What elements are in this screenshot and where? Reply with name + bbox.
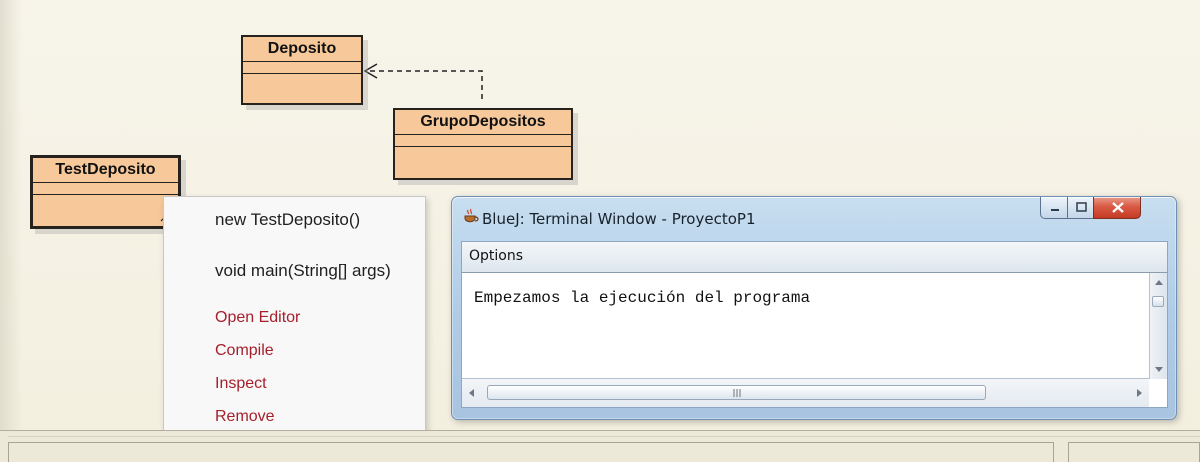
options-menu[interactable]: Options	[462, 242, 1167, 273]
java-cup-icon	[464, 208, 479, 223]
bluej-project-view: Deposito GrupoDepositos TestDeposito new…	[0, 0, 1200, 462]
class-deposito-divider	[243, 73, 361, 74]
horizontal-scrollbar[interactable]	[462, 378, 1149, 407]
menu-item-compile[interactable]: Compile	[215, 342, 274, 360]
horizontal-scroll-thumb[interactable]	[487, 385, 986, 400]
close-icon	[1112, 202, 1124, 213]
menu-item-new-testdeposito[interactable]: new TestDeposito()	[215, 210, 360, 230]
scroll-left-icon[interactable]	[469, 389, 474, 397]
scroll-up-icon[interactable]	[1155, 280, 1163, 285]
close-button[interactable]	[1093, 197, 1141, 219]
minimize-icon	[1051, 209, 1059, 211]
menu-item-remove[interactable]: Remove	[215, 408, 275, 426]
class-grupodepositos-divider	[395, 146, 571, 147]
class-testdeposito-title: TestDeposito	[33, 158, 178, 183]
menu-item-inspect[interactable]: Inspect	[215, 375, 267, 393]
scroll-down-icon[interactable]	[1155, 367, 1163, 372]
class-testdeposito[interactable]: TestDeposito	[30, 155, 181, 229]
menu-item-void-main[interactable]: void main(String[] args)	[215, 261, 391, 281]
terminal-window[interactable]: BlueJ: Terminal Window - ProyectoP1 Opti…	[451, 196, 1177, 420]
terminal-content-area: Options Empezamos la ejecución del progr…	[461, 241, 1168, 408]
vertical-scrollbar[interactable]	[1149, 273, 1167, 379]
class-grupodepositos-title: GrupoDepositos	[395, 110, 571, 135]
class-context-menu: new TestDeposito() void main(String[] ar…	[163, 196, 426, 436]
maximize-button[interactable]	[1067, 197, 1094, 219]
class-deposito[interactable]: Deposito	[241, 35, 363, 105]
scroll-right-icon[interactable]	[1137, 389, 1142, 397]
minimize-button[interactable]	[1040, 197, 1068, 219]
status-message-field	[8, 442, 1054, 462]
class-grupodepositos[interactable]: GrupoDepositos	[393, 108, 573, 180]
vertical-scroll-thumb[interactable]	[1152, 296, 1164, 307]
status-bar	[0, 430, 1200, 462]
window-controls	[1040, 197, 1168, 221]
class-deposito-title: Deposito	[243, 37, 361, 62]
scroll-grip-icon	[733, 389, 741, 397]
menu-item-open-editor[interactable]: Open Editor	[215, 309, 300, 327]
terminal-output: Empezamos la ejecución del programa	[474, 289, 811, 307]
class-testdeposito-divider	[33, 194, 178, 195]
terminal-window-title: BlueJ: Terminal Window - ProyectoP1	[482, 210, 756, 228]
status-side-field	[1068, 442, 1200, 462]
maximize-icon	[1076, 202, 1087, 212]
